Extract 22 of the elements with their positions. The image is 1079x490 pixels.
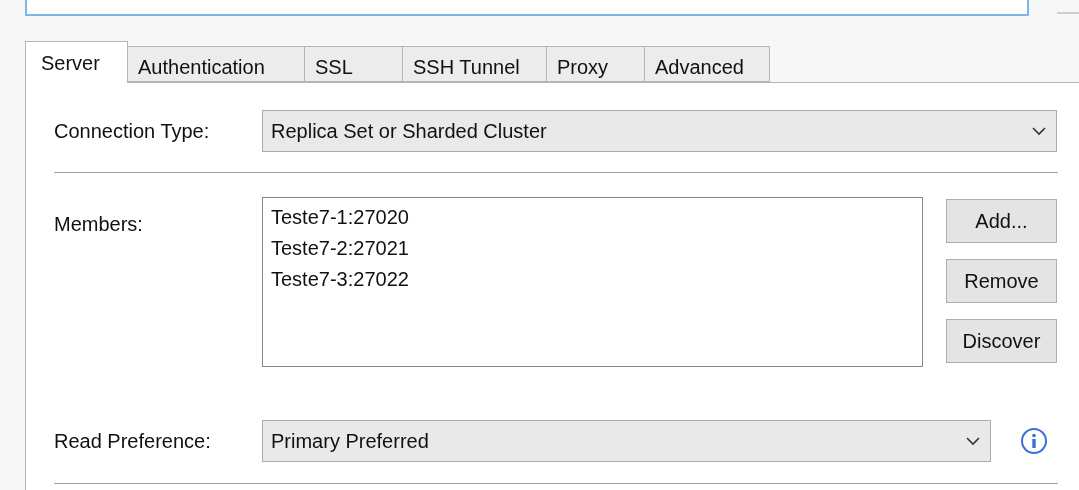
members-list[interactable]: Teste7-1:27020 Teste7-2:27021 Teste7-3:27022 [262,197,923,367]
field-label: Members: [54,212,144,237]
dialog-button[interactable]: Remove [946,259,1057,303]
text-field[interactable] [25,0,1029,16]
chevron-down-icon [966,436,980,446]
tab[interactable]: SSL [305,46,403,82]
dialog-button[interactable]: Add... [946,199,1057,243]
list-item[interactable]: Teste7-3:27022 [271,264,914,295]
list-item[interactable]: Teste7-1:27020 [271,202,914,233]
tab[interactable]: SSH Tunnel [403,46,547,82]
tab[interactable]: Proxy [547,46,645,82]
dropdown[interactable]: Primary Preferred [262,420,991,462]
chevron-down-icon [1032,126,1046,136]
dialog-button[interactable]: Discover [946,319,1057,363]
tab[interactable]: Server [25,41,128,83]
tab[interactable]: Authentication [128,46,305,82]
field-label: Connection Type: [54,119,211,144]
dropdown[interactable]: Replica Set or Sharded Cluster [262,110,1057,152]
tab[interactable]: Advanced [645,46,770,82]
info-icon[interactable] [1020,427,1048,455]
list-item[interactable]: Teste7-2:27021 [271,233,914,264]
field-label: Read Preference: [54,429,212,454]
